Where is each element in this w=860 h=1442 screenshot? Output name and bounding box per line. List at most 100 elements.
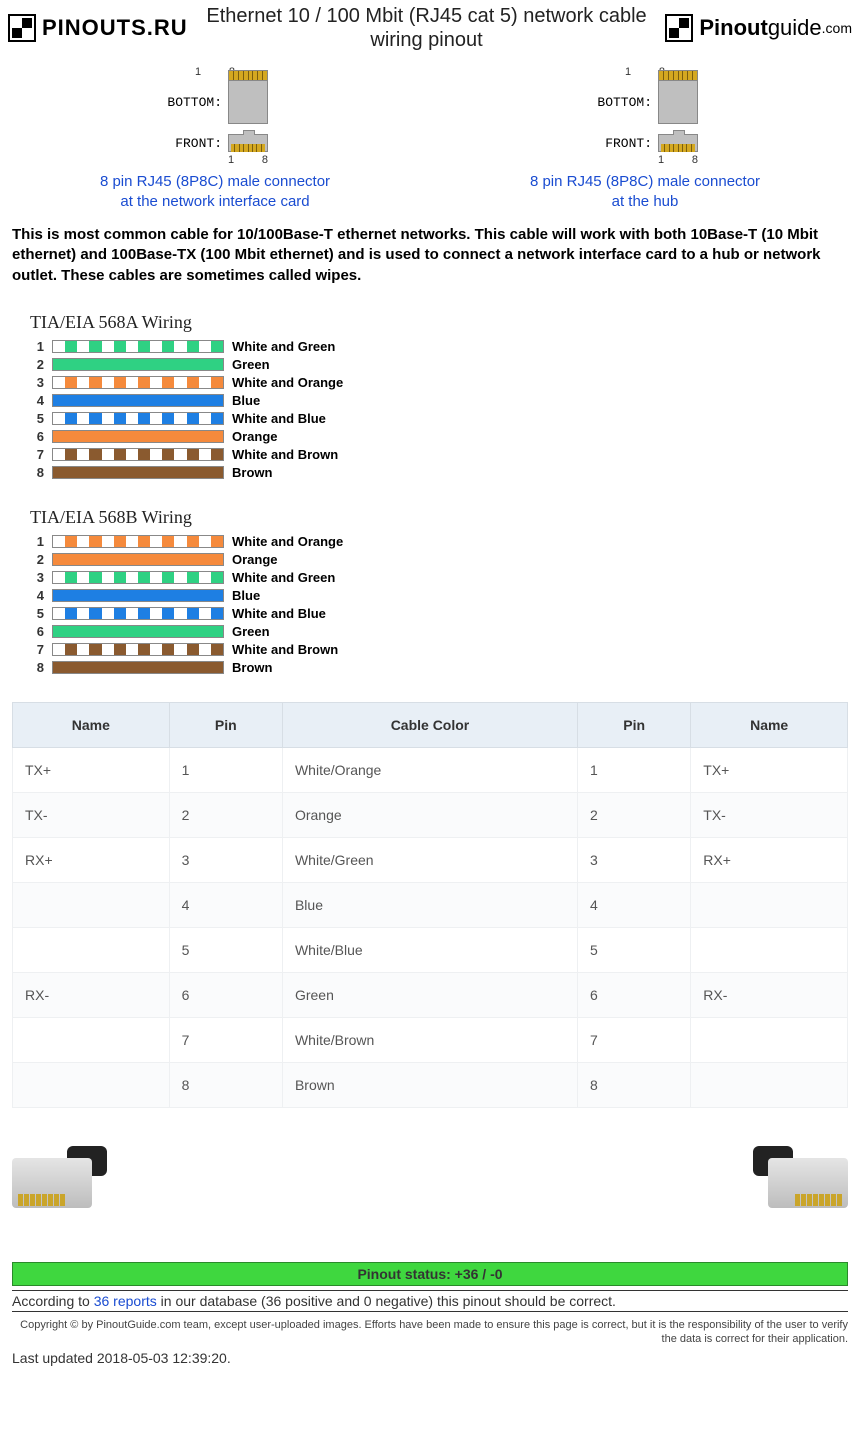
pinout-table: NamePinCable ColorPinName TX+1White/Oran…: [12, 702, 848, 1108]
wire-color-bar: [52, 448, 224, 461]
wire-row: 5White and Blue: [30, 606, 840, 621]
table-header-cell: Cable Color: [282, 702, 577, 747]
pinout-logo-icon: [665, 14, 693, 42]
wire-label: Orange: [232, 429, 278, 444]
wire-row: 6 Orange: [30, 429, 840, 444]
wire-color-bar: [52, 607, 224, 620]
wire-color-bar: [52, 553, 224, 566]
wire-number: 2: [30, 357, 44, 372]
wiring-568b: TIA/EIA 568B Wiring 1White and Orange2Or…: [0, 489, 860, 684]
table-cell: [13, 1017, 170, 1062]
rj45-plug-photo-right: [738, 1138, 848, 1218]
wire-number: 6: [30, 429, 44, 444]
wire-number: 1: [30, 339, 44, 354]
rj45-diagram-left: 18 BOTTOM: FRONT: 18: [162, 66, 268, 166]
wire-number: 7: [30, 447, 44, 462]
wire-row: 3 White and Orange: [30, 375, 840, 390]
wire-label: White and Blue: [232, 411, 326, 426]
connector-right-link[interactable]: 8 pin RJ45 (8P8C) male connectorat the h…: [430, 172, 860, 211]
wire-row: 7 White and Brown: [30, 447, 840, 462]
connector-left-link[interactable]: 8 pin RJ45 (8P8C) male connectorat the n…: [0, 172, 430, 211]
wire-number: 3: [30, 570, 44, 585]
plug-photos-row: [0, 1118, 860, 1258]
table-cell: 1: [577, 747, 690, 792]
wire-row: 1 White and Green: [30, 339, 840, 354]
table-cell: White/Orange: [282, 747, 577, 792]
wire-color-bar: [52, 589, 224, 602]
wire-label: White and Brown: [232, 642, 338, 657]
rj45-front-label: FRONT:: [162, 136, 222, 151]
table-cell: [13, 882, 170, 927]
rj45-front-icon: [658, 134, 698, 152]
wire-number: 6: [30, 624, 44, 639]
table-cell: [13, 1062, 170, 1107]
table-cell: [13, 927, 170, 972]
rj45-plug-photo-left: [12, 1138, 122, 1218]
table-cell: Brown: [282, 1062, 577, 1107]
table-cell: 2: [577, 792, 690, 837]
table-cell: 5: [577, 927, 690, 972]
rj45-front-label: FRONT:: [592, 136, 652, 151]
table-cell: TX-: [13, 792, 170, 837]
wire-row: 2Green: [30, 357, 840, 372]
table-cell: 3: [169, 837, 282, 882]
table-cell: 7: [169, 1017, 282, 1062]
wire-label: Brown: [232, 465, 272, 480]
intro-text: This is most common cable for 10/100Base…: [0, 217, 860, 294]
wire-label: White and Blue: [232, 606, 326, 621]
wire-color-bar: [52, 376, 224, 389]
wire-number: 4: [30, 588, 44, 603]
wire-label: White and Brown: [232, 447, 338, 462]
wire-label: Green: [232, 624, 270, 639]
connectors-row: 18 BOTTOM: FRONT: 18 8 pin RJ45 (8P8C) m…: [0, 56, 860, 217]
wire-number: 1: [30, 534, 44, 549]
logo-left-text: PINOUTS.RU: [42, 15, 188, 41]
table-row: TX-2Orange2TX-: [13, 792, 848, 837]
wire-color-bar: [52, 412, 224, 425]
wiring-568b-title: TIA/EIA 568B Wiring: [30, 507, 840, 528]
table-cell: RX-: [691, 972, 848, 1017]
table-cell: 2: [169, 792, 282, 837]
wire-color-bar: [52, 535, 224, 548]
table-cell: RX+: [13, 837, 170, 882]
wire-color-bar: [52, 340, 224, 353]
wire-color-bar: [52, 358, 224, 371]
reports-link[interactable]: 36 reports: [94, 1293, 157, 1309]
rj45-bottom-icon: [658, 80, 698, 124]
table-cell: White/Blue: [282, 927, 577, 972]
rj45-pin-numbers: 18: [228, 154, 268, 166]
rj45-bottom-label: BOTTOM:: [162, 95, 222, 110]
table-cell: RX+: [691, 837, 848, 882]
wire-label: Orange: [232, 552, 278, 567]
wiring-568a: TIA/EIA 568A Wiring 1 White and Green 2Gre…: [0, 294, 860, 489]
wire-color-bar: [52, 430, 224, 443]
table-cell: [691, 1017, 848, 1062]
wire-label: White and Orange: [232, 534, 343, 549]
logo-pinoutsru[interactable]: PINOUTS.RU: [8, 14, 188, 42]
wiring-568a-title: TIA/EIA 568A Wiring: [30, 312, 840, 333]
page-title: Ethernet 10 / 100 Mbit (RJ45 cat 5) netw…: [196, 4, 658, 52]
table-cell: 6: [169, 972, 282, 1017]
logo-right-bold: Pinout: [699, 15, 767, 41]
wire-number: 7: [30, 642, 44, 657]
table-row: RX-6Green6RX-: [13, 972, 848, 1017]
wire-number: 3: [30, 375, 44, 390]
table-cell: 4: [577, 882, 690, 927]
table-row: RX+3White/Green3RX+: [13, 837, 848, 882]
wiring-568a-rows: 1White and Green2Green3White and Orange4…: [30, 339, 840, 480]
wire-number: 5: [30, 411, 44, 426]
wire-label: White and Orange: [232, 375, 343, 390]
table-cell: TX+: [691, 747, 848, 792]
wire-row: 8Brown: [30, 465, 840, 480]
wire-row: 5 White and Blue: [30, 411, 840, 426]
wire-color-bar: [52, 394, 224, 407]
table-cell: 8: [169, 1062, 282, 1107]
table-cell: 8: [577, 1062, 690, 1107]
logo-pinoutguide[interactable]: Pinoutguide.com: [665, 14, 852, 42]
rj45-diagram-right: 18 BOTTOM: FRONT: 18: [592, 66, 698, 166]
wire-color-bar: [52, 466, 224, 479]
wire-label: Blue: [232, 588, 260, 603]
wire-label: White and Green: [232, 339, 335, 354]
wire-label: White and Green: [232, 570, 335, 585]
wire-color-bar: [52, 571, 224, 584]
